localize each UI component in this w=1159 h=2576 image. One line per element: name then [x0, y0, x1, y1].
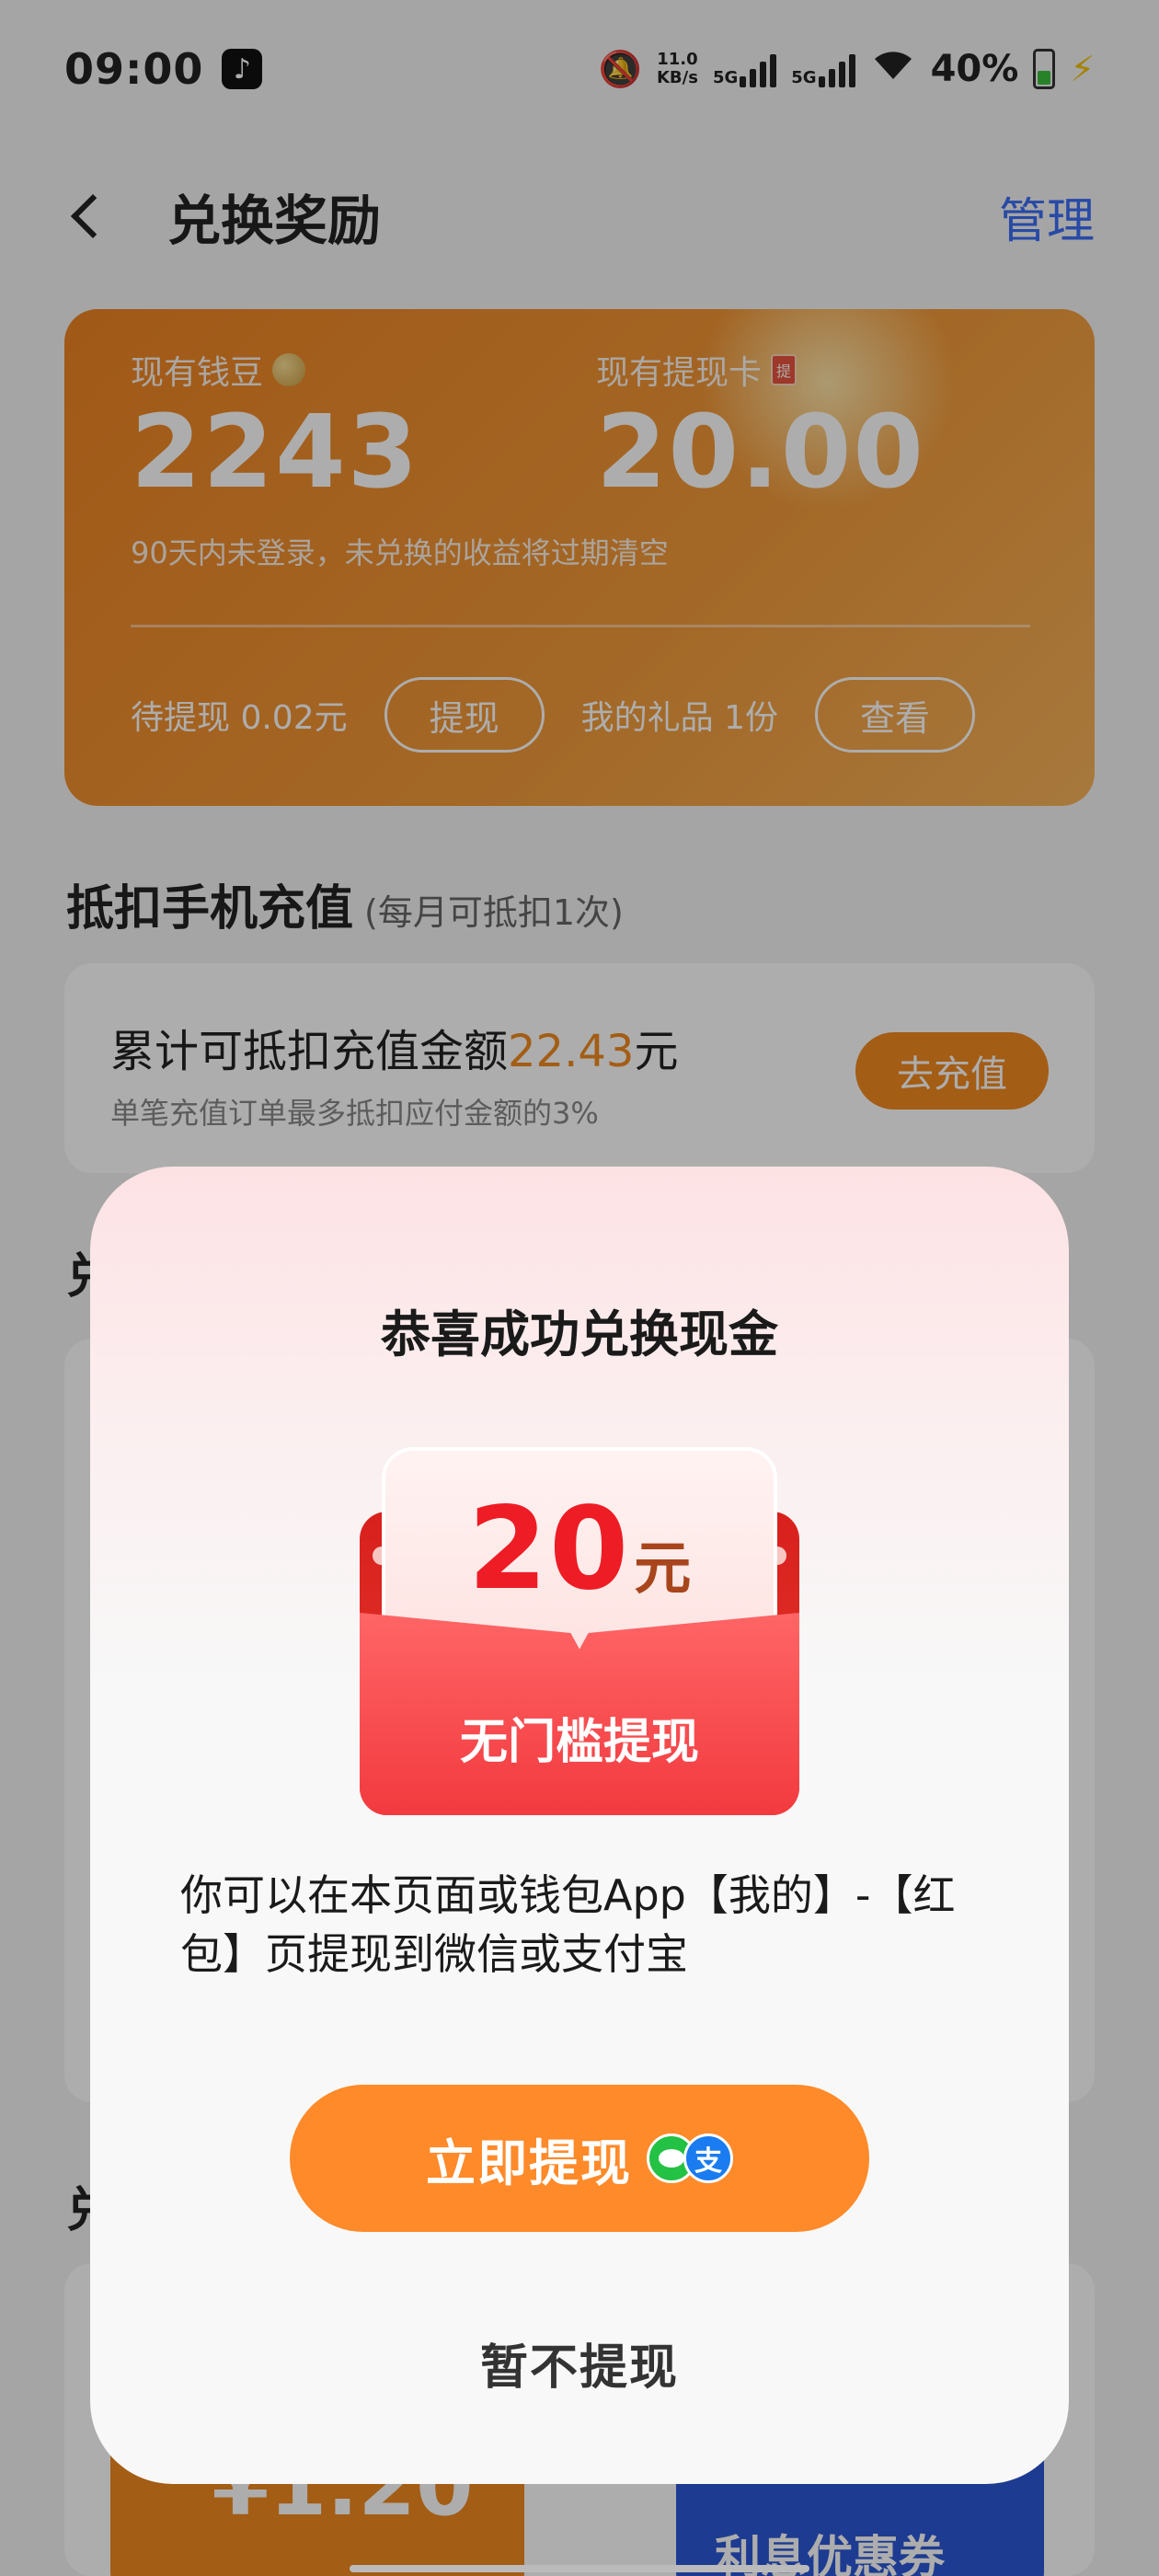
- exchange-success-dialog: 恭喜成功兑换现金 20元 无门槛提现 你可以在本页面或钱包App【我的】-【红包…: [90, 1167, 1069, 2484]
- alipay-icon: 支: [683, 2133, 733, 2183]
- withdraw-now-label: 立即提现: [426, 2133, 632, 2192]
- dialog-description: 你可以在本页面或钱包App【我的】-【红包】页提现到微信或支付宝: [180, 1870, 956, 1979]
- envelope-amount: 20元: [385, 1483, 774, 1616]
- payment-icons: 支: [647, 2133, 733, 2183]
- dialog-title: 恭喜成功兑换现金: [381, 1305, 778, 1363]
- withdraw-now-button[interactable]: 立即提现 支: [290, 2085, 869, 2232]
- home-indicator[interactable]: [350, 2565, 809, 2572]
- not-now-button[interactable]: 暂不提现: [90, 2329, 1069, 2398]
- red-envelope-icon: 20元 无门槛提现: [360, 1447, 799, 1815]
- envelope-label: 无门槛提现: [459, 1715, 699, 1770]
- envelope-amount-value: 20: [467, 1483, 631, 1616]
- envelope-amount-unit: 元: [634, 1535, 692, 1602]
